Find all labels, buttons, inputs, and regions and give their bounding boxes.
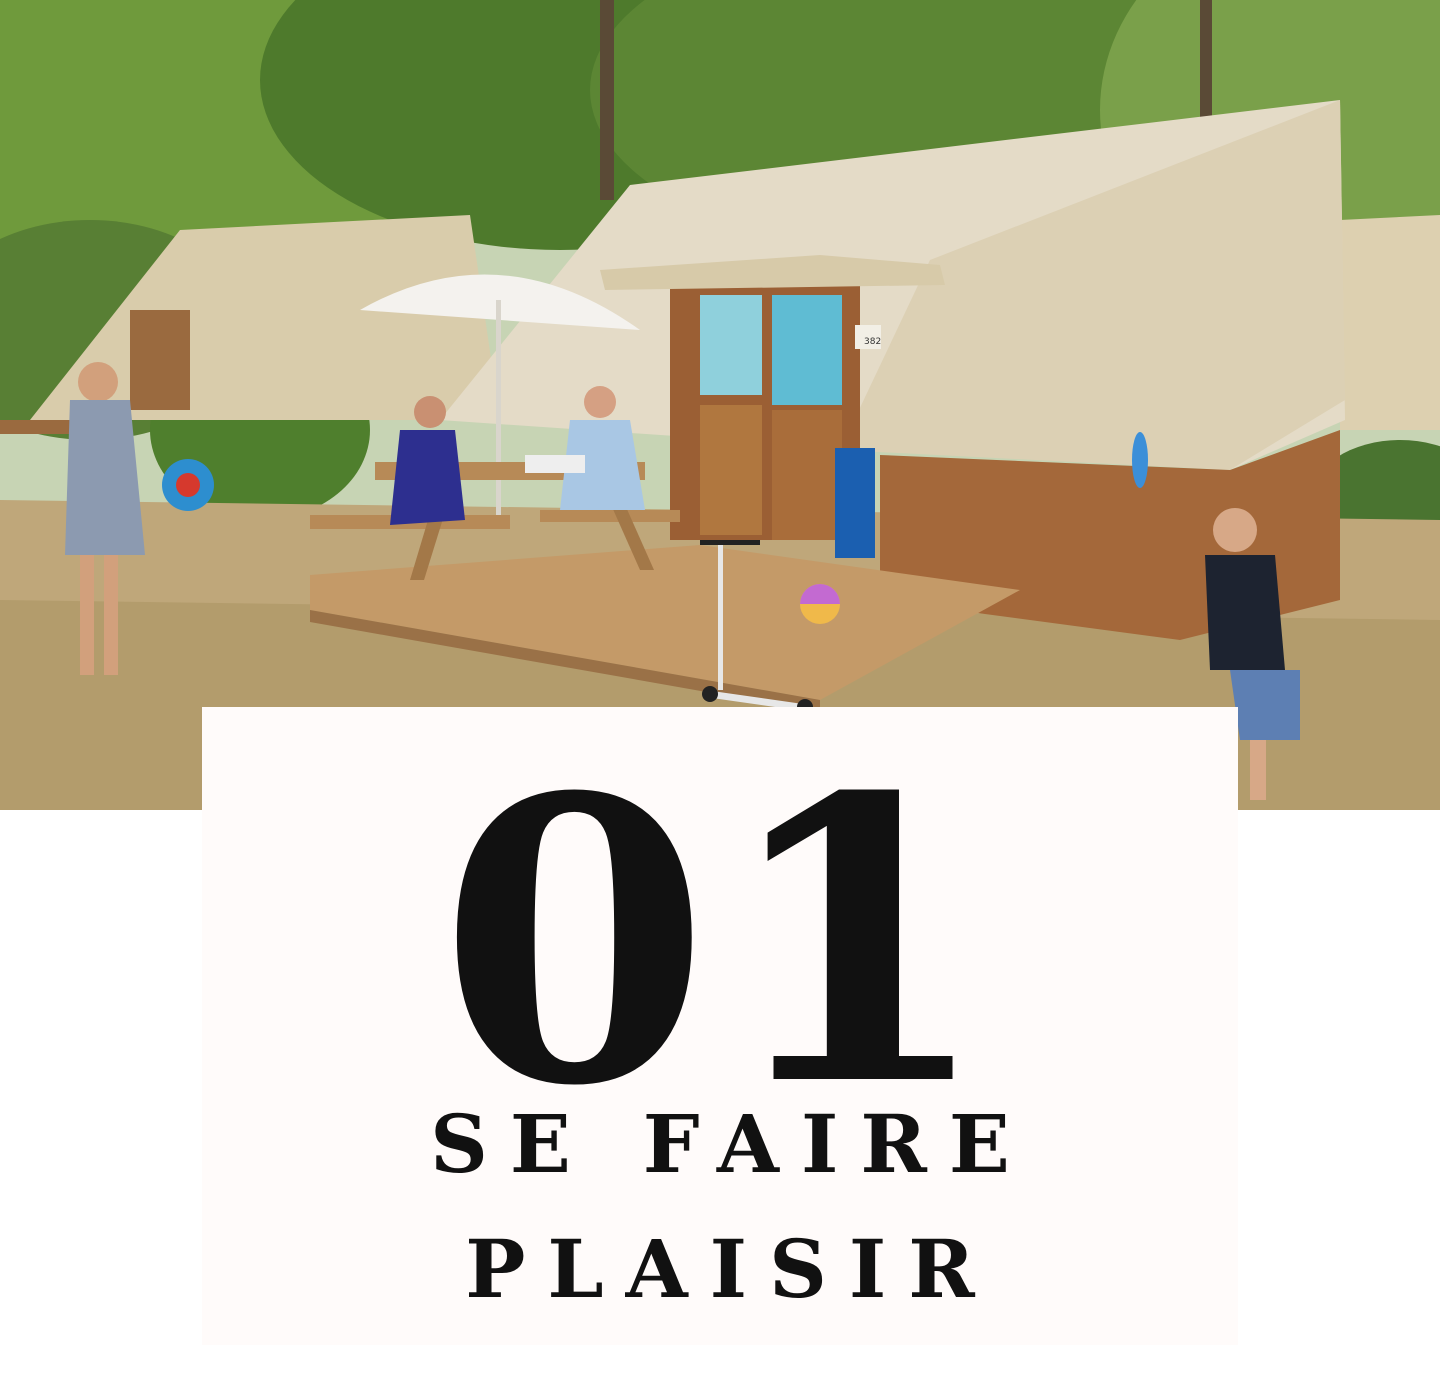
section-number: 01 [438,713,1002,1171]
section-card: 01 SE FAIRE PLAISIR [202,707,1238,1345]
section-title-line2: PLAISIR [465,1222,997,1316]
hero-photo: 382 [0,0,1440,810]
section-title-line1: SE FAIRE [430,1097,1032,1191]
tent-sign-text: 382 [864,337,881,347]
camping-scene-illustration: 382 [0,0,1440,810]
